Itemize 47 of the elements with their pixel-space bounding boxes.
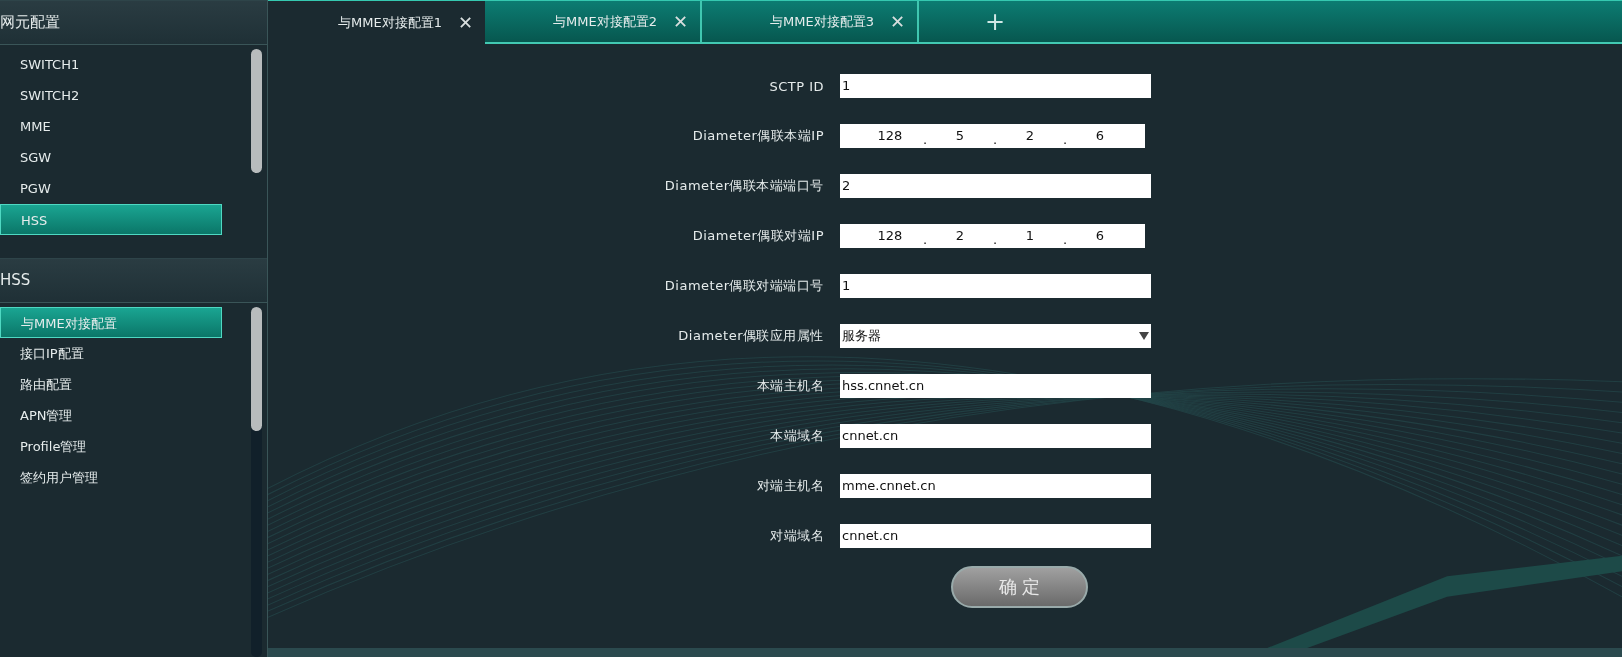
ip-address-field[interactable]: 128 . 5 . 2 . 6 <box>840 124 1145 148</box>
tab[interactable]: 与MME对接配置3 ✕ <box>702 1 919 42</box>
field-label: Diameter偶联本端IP <box>691 127 825 145</box>
panel-header: 网元配置 <box>0 0 267 45</box>
tab-label[interactable]: 与MME对接配置1 <box>338 13 442 32</box>
sidebar-item[interactable]: APN管理 <box>0 400 222 431</box>
close-icon[interactable]: ✕ <box>457 12 473 33</box>
input-field[interactable]: 1 <box>840 274 1151 298</box>
sidebar-item[interactable]: PGW <box>0 173 222 204</box>
field-label: 本端域名 <box>769 427 825 445</box>
sidebar-item[interactable]: 路由配置 <box>0 369 222 400</box>
tab[interactable]: 与MME对接配置1 ✕ <box>268 0 485 45</box>
field-label: Diameter偶联对端IP <box>691 227 825 245</box>
input-field[interactable]: mme.cnnet.cn <box>840 474 1151 498</box>
field-label: Diameter偶联应用属性 <box>677 327 825 345</box>
field-label: Diameter偶联对端端口号 <box>663 277 825 295</box>
input-field[interactable]: 2 <box>840 174 1151 198</box>
tab[interactable]: 与MME对接配置2 ✕ <box>485 1 702 42</box>
input-field[interactable]: cnnet.cn <box>840 524 1151 548</box>
input-field[interactable]: 1 <box>840 74 1151 98</box>
scrollbar-thumb[interactable] <box>251 49 262 173</box>
field-label: 本端主机名 <box>755 377 825 395</box>
close-icon[interactable]: ✕ <box>889 11 905 32</box>
caret-icon <box>1139 332 1149 340</box>
field-label: SCTP ID <box>768 78 825 94</box>
field-label: Diameter偶联本端端口号 <box>663 177 825 195</box>
close-icon[interactable]: ✕ <box>672 11 688 32</box>
tab-label[interactable]: 与MME对接配置3 <box>770 12 874 31</box>
sidebar-item[interactable]: SGW <box>0 142 222 173</box>
input-field[interactable]: hss.cnnet.cn <box>840 374 1151 398</box>
sidebar-item[interactable]: 签约用户管理 <box>0 462 222 493</box>
dropdown-field[interactable]: 服务器 <box>840 324 1151 348</box>
sidebar-item[interactable]: SWITCH2 <box>0 80 222 111</box>
input-field[interactable]: cnnet.cn <box>840 424 1151 448</box>
sidebar-item[interactable]: HSS <box>0 204 222 235</box>
tab-label[interactable]: 与MME对接配置2 <box>553 12 657 31</box>
add-tab-button[interactable]: + <box>979 9 1012 34</box>
sidebar-item[interactable]: SWITCH1 <box>0 49 222 80</box>
sidebar-item[interactable]: Profile管理 <box>0 431 222 462</box>
panel-header: HSS <box>0 258 267 303</box>
field-label: 对端域名 <box>769 527 825 545</box>
ip-address-field[interactable]: 128 . 2 . 1 . 6 <box>840 224 1145 248</box>
field-label: 对端主机名 <box>755 477 825 495</box>
sidebar-item[interactable]: 与MME对接配置 <box>0 307 222 338</box>
sidebar-item[interactable]: MME <box>0 111 222 142</box>
sidebar-item[interactable]: 接口IP配置 <box>0 338 222 369</box>
scrollbar-thumb[interactable] <box>251 307 262 431</box>
